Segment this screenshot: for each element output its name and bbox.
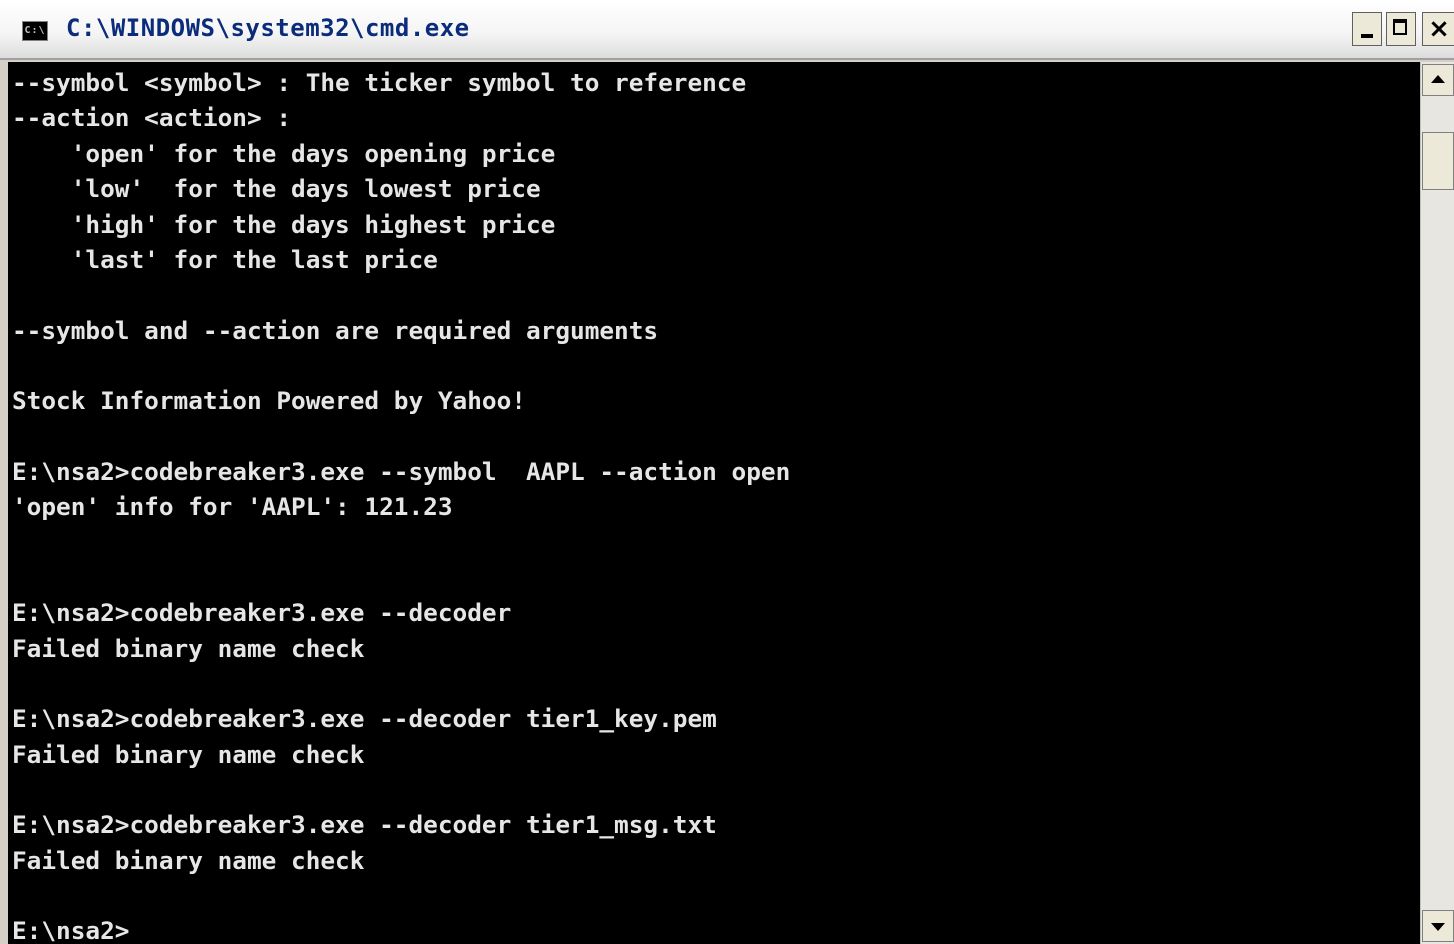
scrollbar-thumb[interactable] xyxy=(1422,132,1454,190)
maximize-button[interactable] xyxy=(1386,12,1416,46)
cmd-window: C:\ C:\WINDOWS\system32\cmd.exe × --symb… xyxy=(0,0,1454,944)
console-line: 'low' for the days lowest price xyxy=(12,174,541,203)
cmd-app-icon[interactable]: C:\ xyxy=(22,21,48,41)
close-icon: × xyxy=(1428,14,1450,44)
command-line: E:\nsa2>codebreaker3.exe --symbol AAPL -… xyxy=(12,457,791,486)
command-line: E:\nsa2>codebreaker3.exe --decoder xyxy=(12,598,512,627)
console-line: --action <action> : xyxy=(12,103,292,132)
window-title: C:\WINDOWS\system32\cmd.exe xyxy=(66,14,470,42)
arrow-up-icon[interactable] xyxy=(1422,64,1454,96)
console-line: 'last' for the last price xyxy=(12,245,438,274)
console-line: 'open' for the days opening price xyxy=(12,139,556,168)
console-line: Failed binary name check xyxy=(12,740,365,769)
console-line: --symbol and --action are required argum… xyxy=(12,316,659,345)
command-line: E:\nsa2>codebreaker3.exe --decoder tier1… xyxy=(12,810,717,839)
console-line: 'open' info for 'AAPL': 121.23 xyxy=(12,492,453,521)
command-line: E:\nsa2>codebreaker3.exe --decoder tier1… xyxy=(12,704,717,733)
console-output[interactable]: --symbol <symbol> : The ticker symbol to… xyxy=(8,62,1420,944)
console-line: Failed binary name check xyxy=(12,846,365,875)
command-prompt[interactable]: E:\nsa2> xyxy=(12,913,129,944)
console-line: 'high' for the days highest price xyxy=(12,210,556,239)
console-line: Failed binary name check xyxy=(12,634,365,663)
vertical-scrollbar[interactable] xyxy=(1420,62,1454,944)
title-bar[interactable]: C:\ C:\WINDOWS\system32\cmd.exe × xyxy=(0,0,1454,60)
minimize-button[interactable] xyxy=(1352,12,1382,46)
close-button[interactable]: × xyxy=(1422,12,1454,46)
arrow-down-icon[interactable] xyxy=(1422,910,1454,942)
console-line: Stock Information Powered by Yahoo! xyxy=(12,386,526,415)
console-line: --symbol <symbol> : The ticker symbol to… xyxy=(12,68,747,97)
